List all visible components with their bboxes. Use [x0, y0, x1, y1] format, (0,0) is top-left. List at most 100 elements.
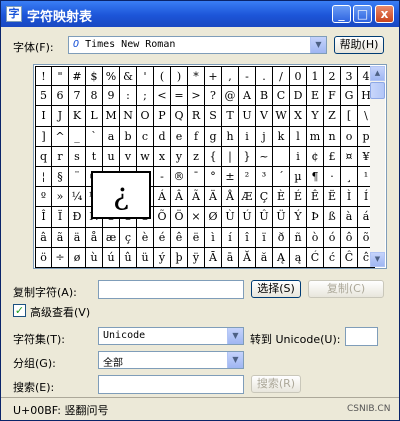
- char-cell[interactable]: @: [222, 86, 239, 107]
- char-cell[interactable]: 1: [307, 66, 324, 87]
- chevron-down-icon[interactable]: ▼: [227, 352, 243, 368]
- char-cell[interactable]: e: [171, 126, 188, 147]
- search-input[interactable]: [98, 375, 244, 394]
- char-cell[interactable]: ¸: [341, 166, 358, 188]
- char-cell[interactable]: ý: [154, 247, 171, 268]
- char-cell[interactable]: Þ: [307, 207, 324, 228]
- char-cell[interactable]: È: [273, 187, 290, 208]
- char-cell[interactable]: j: [256, 126, 273, 147]
- char-cell[interactable]: `: [86, 126, 103, 147]
- char-cell[interactable]: Æ: [239, 187, 256, 208]
- char-cell[interactable]: K: [69, 106, 86, 127]
- char-cell[interactable]: J: [52, 106, 69, 127]
- char-cell[interactable]: k: [273, 126, 290, 147]
- char-cell[interactable]: F: [324, 86, 341, 107]
- char-cell[interactable]: <: [154, 86, 171, 107]
- char-cell[interactable]: u: [103, 146, 120, 167]
- char-cell[interactable]: .: [256, 66, 273, 87]
- char-cell[interactable]: %: [103, 66, 120, 87]
- char-cell[interactable]: t: [86, 146, 103, 167]
- char-cell[interactable]: Ð: [69, 207, 86, 228]
- char-cell[interactable]: q: [35, 146, 52, 167]
- character-grid-cells[interactable]: ! " # $% & '() * +, -./0 1 2 3 4 5 6 7 8 9:; < = >? @ A B C D E F G H…: [35, 66, 375, 268]
- scroll-down-icon[interactable]: ▼: [370, 252, 385, 267]
- char-cell[interactable]: N: [120, 106, 137, 127]
- char-cell[interactable]: ì: [205, 227, 222, 248]
- chevron-down-icon[interactable]: ▼: [310, 37, 326, 53]
- char-cell[interactable]: Â: [171, 187, 188, 208]
- char-cell[interactable]: Ì: [341, 187, 358, 208]
- char-cell[interactable]: o: [341, 126, 358, 147]
- char-cell[interactable]: [: [341, 106, 358, 127]
- char-cell[interactable]: 9: [103, 86, 120, 107]
- close-button[interactable]: x: [375, 5, 394, 23]
- char-cell[interactable]: ×: [188, 207, 205, 228]
- char-cell[interactable]: É: [290, 187, 307, 208]
- char-cell[interactable]: B: [256, 86, 273, 107]
- char-cell[interactable]: (: [154, 66, 171, 87]
- char-cell[interactable]: {: [205, 146, 222, 167]
- char-cell[interactable]: Ê: [307, 187, 324, 208]
- char-cell[interactable]: b: [120, 126, 137, 147]
- char-cell[interactable]: c: [137, 126, 154, 147]
- help-button[interactable]: 帮助(H): [334, 36, 384, 54]
- char-cell[interactable]: 2: [324, 66, 341, 87]
- char-cell[interactable]: A: [239, 86, 256, 107]
- char-cell[interactable]: ú: [103, 247, 120, 268]
- char-cell[interactable]: ³: [256, 166, 273, 188]
- char-cell[interactable]: :: [120, 86, 137, 107]
- char-cell[interactable]: ¼: [69, 187, 86, 208]
- char-cell[interactable]: v: [120, 146, 137, 167]
- char-cell[interactable]: M: [103, 106, 120, 127]
- char-cell[interactable]: =: [171, 86, 188, 107]
- char-cell[interactable]: d: [154, 126, 171, 147]
- char-cell[interactable]: Z: [324, 106, 341, 127]
- char-cell[interactable]: û: [120, 247, 137, 268]
- char-cell[interactable]: Å: [222, 187, 239, 208]
- char-cell[interactable]: ć: [324, 247, 341, 268]
- char-cell[interactable]: i: [239, 126, 256, 147]
- char-cell[interactable]: ö: [35, 247, 52, 268]
- char-cell[interactable]: ë: [188, 227, 205, 248]
- char-cell[interactable]: Ø: [205, 207, 222, 228]
- char-cell[interactable]: 0: [290, 66, 307, 87]
- char-cell[interactable]: ¦: [35, 166, 52, 188]
- char-cell[interactable]: Ë: [324, 187, 341, 208]
- char-cell[interactable]: S: [205, 106, 222, 127]
- char-cell[interactable]: ą: [290, 247, 307, 268]
- char-cell[interactable]: Ā: [205, 247, 222, 268]
- char-cell[interactable]: U: [239, 106, 256, 127]
- char-cell[interactable]: ¨: [69, 166, 86, 188]
- char-cell[interactable]: â: [35, 227, 52, 248]
- char-cell[interactable]: Ĉ: [341, 247, 358, 268]
- char-cell[interactable]: V: [256, 106, 273, 127]
- char-cell[interactable]: ó: [324, 227, 341, 248]
- char-cell[interactable]: ã: [52, 227, 69, 248]
- char-cell[interactable]: ä: [69, 227, 86, 248]
- char-cell[interactable]: 7: [69, 86, 86, 107]
- minimize-button[interactable]: _: [332, 5, 351, 23]
- char-cell[interactable]: O: [137, 106, 154, 127]
- advanced-view-checkbox[interactable]: ✓: [13, 304, 26, 317]
- char-cell[interactable]: º: [35, 187, 52, 208]
- goto-unicode-input[interactable]: [345, 327, 378, 346]
- char-cell[interactable]: m: [307, 126, 324, 147]
- maximize-button[interactable]: □: [353, 5, 372, 23]
- char-cell[interactable]: Ú: [239, 207, 256, 228]
- char-cell[interactable]: y: [171, 146, 188, 167]
- char-cell[interactable]: |: [222, 146, 239, 167]
- char-cell[interactable]: þ: [171, 247, 188, 268]
- char-cell[interactable]: ø: [69, 247, 86, 268]
- char-cell[interactable]: ù: [86, 247, 103, 268]
- char-cell[interactable]: Ă: [239, 247, 256, 268]
- char-cell[interactable]: g: [205, 126, 222, 147]
- char-cell[interactable]: ®: [171, 166, 188, 188]
- char-cell[interactable]: ÿ: [188, 247, 205, 268]
- char-cell[interactable]: >: [188, 86, 205, 107]
- char-cell[interactable]: -: [239, 66, 256, 87]
- char-cell[interactable]: ·: [324, 166, 341, 188]
- char-cell[interactable]: Ç: [256, 187, 273, 208]
- char-cell[interactable]: ¤: [341, 146, 358, 167]
- char-cell[interactable]: #: [69, 66, 86, 87]
- chevron-down-icon[interactable]: ▼: [227, 328, 243, 344]
